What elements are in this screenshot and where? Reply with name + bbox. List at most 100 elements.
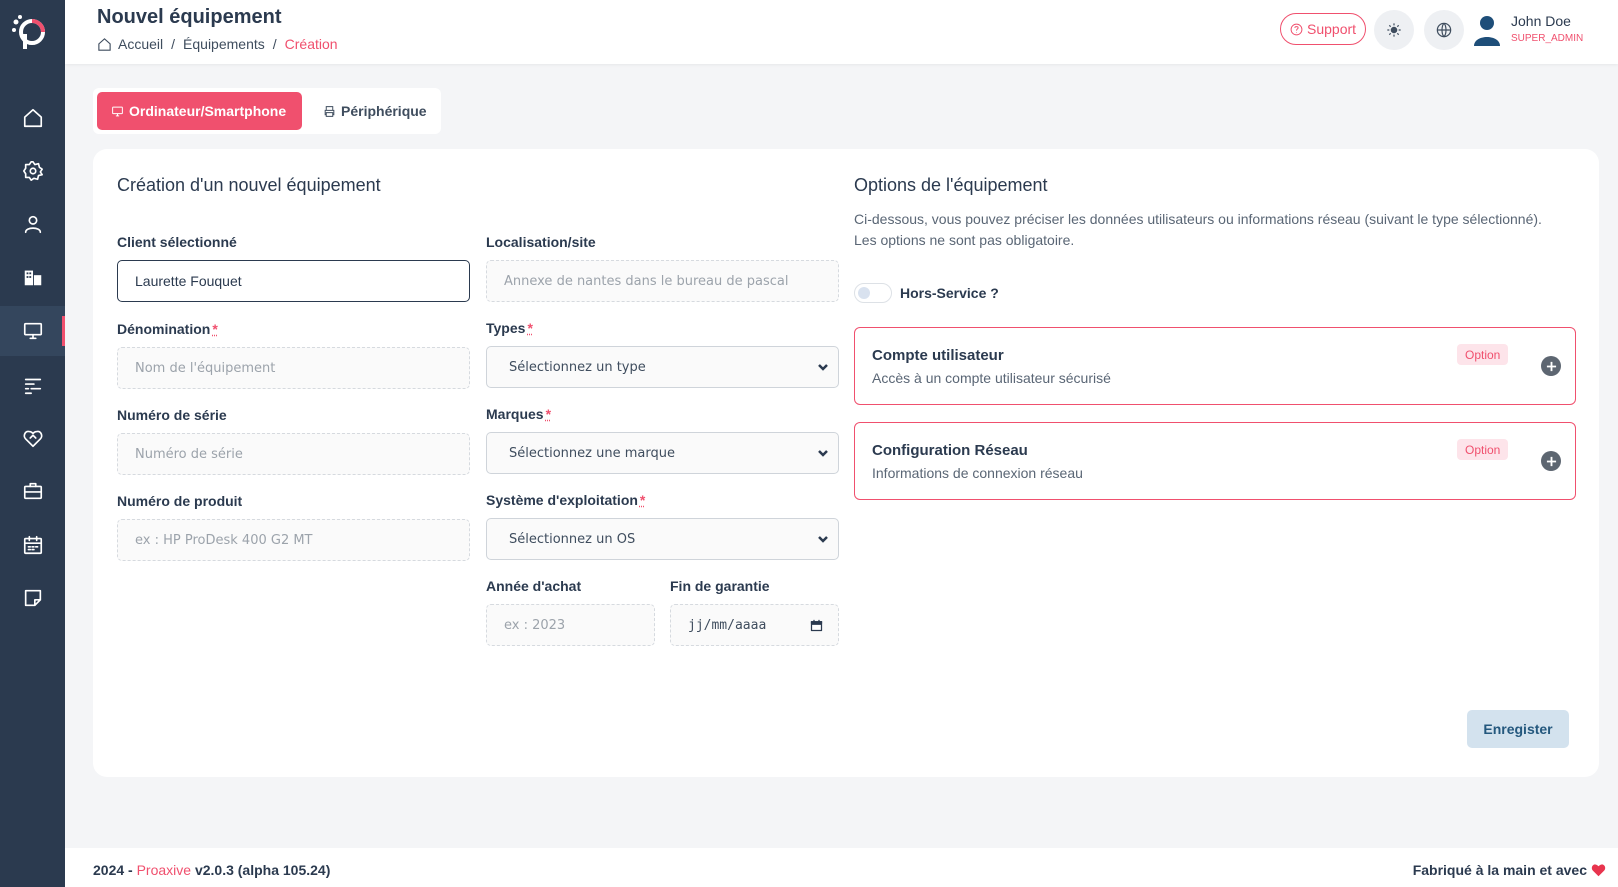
- heart-icon: [1591, 864, 1606, 877]
- user-account-subtitle: Accès à un compte utilisateur sécurisé: [872, 370, 1111, 386]
- breadcrumb: Accueil / Équipements / Création: [97, 36, 338, 52]
- theme-toggle-button[interactable]: [1374, 10, 1414, 50]
- home-icon: [98, 37, 111, 51]
- chevron-down-icon: [818, 450, 828, 457]
- types-label: Types *: [486, 320, 533, 336]
- plus-icon: [1546, 361, 1556, 371]
- plus-icon: [1546, 456, 1556, 466]
- home-icon: [23, 108, 42, 128]
- save-button[interactable]: Enregister: [1467, 710, 1569, 748]
- product-label: Numéro de produit: [117, 493, 243, 509]
- user-account-option[interactable]: Compte utilisateur Accès à un compte uti…: [854, 327, 1576, 405]
- year-input[interactable]: ex : 2023: [486, 604, 655, 646]
- out-of-service-toggle[interactable]: [854, 283, 892, 303]
- footer-brand-link[interactable]: Proaxive: [137, 862, 191, 878]
- network-config-option[interactable]: Configuration Réseau Informations de con…: [854, 422, 1576, 500]
- tab-peripheral[interactable]: Périphérique: [309, 92, 441, 130]
- form-title: Création d'un nouvel équipement: [117, 175, 381, 195]
- heart-handshake-icon: [23, 430, 42, 448]
- language-button[interactable]: [1424, 10, 1464, 50]
- footer-version: v2.0.3 (alpha 105.24): [194, 862, 331, 878]
- breadcrumb-home[interactable]: Accueil: [118, 36, 163, 52]
- footer-copyright: 2024 - Proaxive v2.0.3 (alpha 105.24): [93, 862, 330, 878]
- avatar[interactable]: [1472, 14, 1502, 46]
- list-icon: [24, 378, 41, 395]
- footer: 2024 - Proaxive v2.0.3 (alpha 105.24) Fa…: [65, 848, 1618, 887]
- chevron-down-icon: [818, 364, 828, 371]
- user-name[interactable]: John Doe: [1511, 13, 1571, 29]
- app-logo-icon[interactable]: [10, 12, 50, 52]
- warranty-label: Fin de garantie: [670, 578, 770, 594]
- name-input[interactable]: Nom de l'équipement: [117, 347, 470, 389]
- tab-label: Ordinateur/Smartphone: [129, 103, 287, 119]
- brands-label: Marques *: [486, 406, 552, 422]
- options-title: Options de l'équipement: [854, 175, 1048, 195]
- os-label: Système d'exploitation *: [486, 492, 646, 508]
- client-label: Client sélectionné: [117, 234, 237, 250]
- sidebar-item-home[interactable]: [0, 93, 65, 143]
- sidebar-item-calendar[interactable]: [0, 520, 65, 570]
- out-of-service-label: Hors-Service ?: [900, 285, 999, 301]
- serial-label: Numéro de série: [117, 407, 227, 423]
- tab-computer-smartphone[interactable]: Ordinateur/Smartphone: [97, 92, 302, 130]
- sidebar-item-companies[interactable]: [0, 252, 65, 302]
- types-select[interactable]: Sélectionnez un type: [486, 346, 839, 388]
- user-account-title: Compte utilisateur: [872, 347, 1004, 364]
- breadcrumb-separator: /: [272, 36, 277, 52]
- globe-icon: [1436, 22, 1452, 38]
- sidebar-item-support[interactable]: [0, 413, 65, 463]
- printer-icon: [324, 105, 335, 117]
- calendar-icon[interactable]: [809, 618, 824, 633]
- calendar-icon: [23, 535, 42, 555]
- breadcrumb-current: Création: [284, 36, 338, 52]
- add-user-account-button[interactable]: [1541, 356, 1561, 376]
- location-input[interactable]: Annexe de nantes dans le bureau de pasca…: [486, 260, 839, 302]
- sun-icon: [1387, 23, 1401, 37]
- footer-made-with: Fabriqué à la main et avec: [1413, 862, 1606, 878]
- settings-icon: [22, 161, 43, 181]
- types-selected-value: Sélectionnez un type: [509, 359, 646, 375]
- serial-input[interactable]: Numéro de série: [117, 433, 470, 475]
- sidebar-item-interventions[interactable]: [0, 466, 65, 516]
- equipment-type-tabs: Ordinateur/Smartphone Périphérique: [93, 88, 441, 134]
- sidebar-item-notes[interactable]: [0, 573, 65, 623]
- support-label: Support: [1307, 21, 1357, 37]
- sidebar-item-settings[interactable]: [0, 146, 65, 196]
- briefcase-icon: [23, 482, 42, 500]
- product-input[interactable]: ex : HP ProDesk 400 G2 MT: [117, 519, 470, 561]
- option-badge: Option: [1457, 439, 1509, 460]
- sidebar-item-equipments[interactable]: [0, 306, 65, 356]
- user-role: SUPER_ADMIN: [1511, 33, 1584, 44]
- breadcrumb-equipments[interactable]: Équipements: [183, 36, 265, 52]
- monitor-icon: [112, 106, 123, 116]
- footer-year: 2024 -: [93, 862, 133, 878]
- support-button[interactable]: Support: [1280, 13, 1367, 45]
- sidebar-item-users[interactable]: [0, 199, 65, 249]
- chevron-down-icon: [818, 536, 828, 543]
- sidebar-item-tasks[interactable]: [0, 360, 65, 410]
- network-config-title: Configuration Réseau: [872, 442, 1028, 459]
- footer-made-with-text: Fabriqué à la main et avec: [1412, 862, 1587, 878]
- help-circle-icon: [1290, 23, 1303, 35]
- user-icon: [24, 215, 41, 234]
- tab-label: Périphérique: [341, 103, 427, 119]
- name-label: Dénomination *: [117, 321, 218, 337]
- monitor-icon: [23, 322, 42, 340]
- os-selected-value: Sélectionnez un OS: [509, 531, 636, 547]
- location-label: Localisation/site: [486, 234, 596, 250]
- breadcrumb-separator: /: [171, 36, 176, 52]
- equipment-form-card: Création d'un nouvel équipement Client s…: [93, 149, 1599, 777]
- option-badge: Option: [1457, 344, 1509, 365]
- year-label: Année d'achat: [486, 578, 582, 594]
- client-field[interactable]: Laurette Fouquet: [117, 260, 470, 302]
- os-select[interactable]: Sélectionnez un OS: [486, 518, 839, 560]
- note-icon: [24, 589, 41, 607]
- add-network-config-button[interactable]: [1541, 451, 1561, 471]
- building-icon: [24, 270, 41, 286]
- topbar: Nouvel équipement Accueil / Équipements …: [65, 0, 1618, 64]
- brands-select[interactable]: Sélectionnez une marque: [486, 432, 839, 474]
- page-title: Nouvel équipement: [97, 6, 282, 28]
- brands-selected-value: Sélectionnez une marque: [509, 445, 675, 461]
- sidebar: [0, 0, 65, 887]
- warranty-date-input[interactable]: jj/mm/aaaa: [670, 604, 839, 646]
